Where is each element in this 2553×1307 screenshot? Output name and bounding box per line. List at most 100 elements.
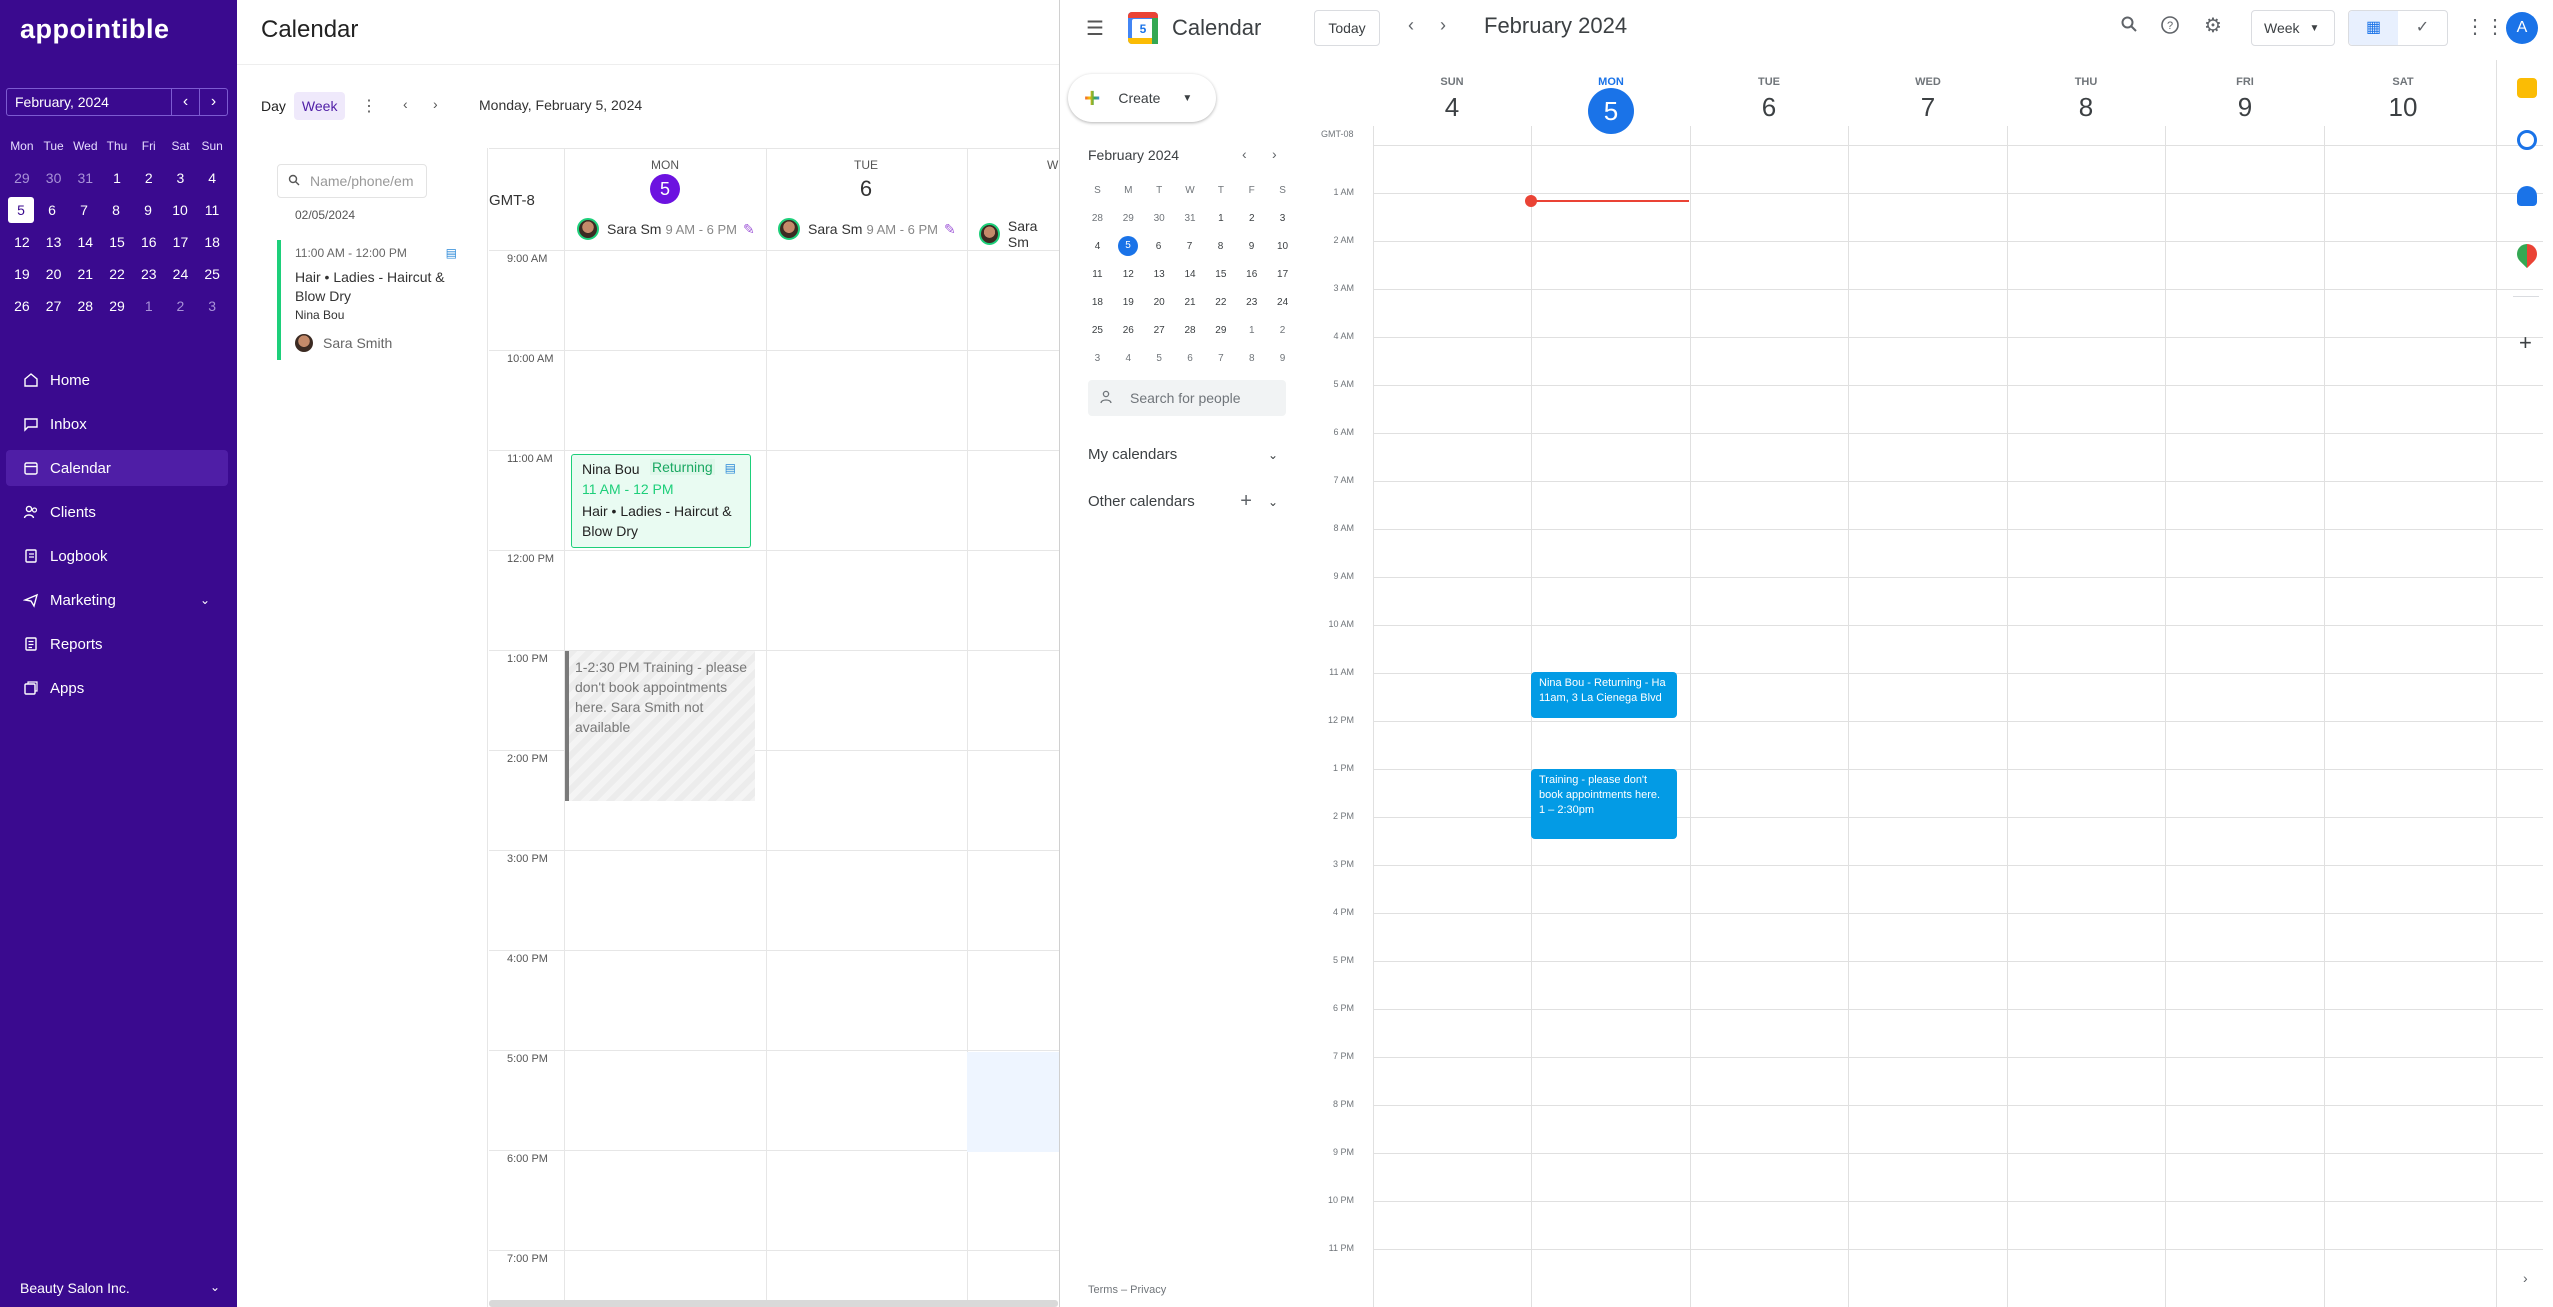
mini-day[interactable]: 2 (165, 298, 197, 314)
chevron-left-icon[interactable]: ‹ (171, 89, 199, 115)
mini-day[interactable]: 15 (101, 234, 133, 250)
mini-day[interactable]: 22 (1205, 297, 1236, 308)
mini-day[interactable]: 6 (1175, 353, 1206, 364)
nav-item-apps[interactable]: Apps (6, 670, 228, 706)
mini-day[interactable]: 4 (1113, 353, 1144, 364)
mini-day[interactable]: 4 (196, 170, 228, 186)
chevron-right-icon[interactable]: › (1440, 15, 1446, 36)
mini-day[interactable]: 13 (38, 234, 70, 250)
agenda-appointment[interactable]: 11:00 AM - 12:00 PM ▤ Hair • Ladies - Ha… (277, 240, 467, 360)
other-calendars-toggle[interactable]: Other calendars + ⌄ (1088, 490, 1288, 513)
staff-column-header[interactable]: Sara Sm 9 AM - 6 PM ✎ (778, 218, 956, 240)
day-header[interactable]: TUE 6 (1690, 76, 1848, 123)
today-button[interactable]: Today (1314, 10, 1380, 46)
chevron-down-icon[interactable]: ⌄ (200, 593, 210, 607)
mini-day[interactable]: 14 (69, 234, 101, 250)
mini-day[interactable]: 9 (132, 202, 164, 218)
chevron-right-icon[interactable]: › (1272, 146, 1277, 162)
mini-day[interactable]: 26 (1113, 325, 1144, 336)
mini-day[interactable]: 17 (1267, 269, 1298, 280)
create-button[interactable]: + Create ▼ (1068, 74, 1216, 122)
mini-day[interactable]: 28 (1175, 325, 1206, 336)
app-logo[interactable]: appointible (20, 14, 170, 45)
mini-day[interactable]: 27 (38, 298, 70, 314)
help-icon[interactable]: ? (2160, 15, 2180, 40)
mini-day[interactable]: 23 (133, 266, 165, 282)
mini-day[interactable]: 26 (6, 298, 38, 314)
edit-icon[interactable]: ✎ (944, 221, 956, 238)
day-header[interactable]: SAT 10 (2324, 76, 2482, 123)
maps-icon[interactable] (2512, 239, 2542, 269)
nav-item-marketing[interactable]: Marketing ⌄ (6, 582, 228, 618)
mini-day[interactable]: 8 (100, 202, 132, 218)
mini-day[interactable]: 30 (38, 170, 70, 186)
nav-item-calendar[interactable]: Calendar (6, 450, 228, 486)
add-calendar-icon[interactable]: + (1240, 490, 1252, 513)
terms-privacy-link[interactable]: Terms – Privacy (1088, 1284, 1166, 1296)
mini-day[interactable]: 28 (1082, 213, 1113, 224)
chevron-left-icon[interactable]: ‹ (1242, 146, 1247, 162)
mini-day[interactable]: 1 (133, 298, 165, 314)
mini-day[interactable]: 7 (1174, 241, 1205, 252)
mini-day[interactable]: 5 (1144, 353, 1175, 364)
mini-day[interactable]: 21 (69, 266, 101, 282)
horizontal-scrollbar[interactable] (489, 1300, 1058, 1307)
mini-day[interactable]: 18 (1082, 297, 1113, 308)
mini-day[interactable]: 8 (1205, 241, 1236, 252)
mini-day[interactable]: 1 (1205, 213, 1236, 224)
mini-day[interactable]: 24 (1267, 297, 1298, 308)
day-header-today[interactable]: MON 5 (1532, 76, 1690, 134)
blocked-time[interactable]: 1-2:30 PM Training - please don't book a… (565, 651, 755, 801)
day-header-tue[interactable]: TUE 6 (766, 158, 966, 202)
mini-day[interactable]: 7 (1205, 353, 1236, 364)
day-header[interactable]: THU 8 (2007, 76, 2165, 123)
view-selector[interactable]: Week ▼ (2251, 10, 2335, 46)
mini-day[interactable]: 12 (6, 234, 38, 250)
mini-day[interactable]: 20 (1144, 297, 1175, 308)
time-slot-hover[interactable] (967, 1052, 1059, 1152)
keep-icon[interactable] (2517, 78, 2537, 98)
mini-day[interactable]: 1 (101, 170, 133, 186)
mini-day[interactable]: 28 (69, 298, 101, 314)
mini-day[interactable]: 18 (196, 234, 228, 250)
appointment-card[interactable]: Nina Bou Returning ▤ 11 AM - 12 PM Hair … (571, 454, 751, 548)
mini-day[interactable]: 6 (1143, 241, 1174, 252)
contacts-icon[interactable] (2517, 186, 2537, 206)
mini-day[interactable]: 19 (6, 266, 38, 282)
view-week-button[interactable]: Week (293, 92, 346, 120)
more-options-icon[interactable]: ⋮ (361, 96, 377, 116)
mini-day[interactable]: 9 (1267, 353, 1298, 364)
mini-day[interactable]: 13 (1144, 269, 1175, 280)
account-avatar[interactable]: A (2506, 12, 2538, 44)
chevron-left-icon[interactable]: ‹ (403, 96, 408, 112)
mini-day[interactable]: 3 (1082, 353, 1113, 364)
mini-day[interactable]: 2 (133, 170, 165, 186)
mini-day[interactable]: 6 (36, 202, 68, 218)
mini-day[interactable]: 31 (69, 170, 101, 186)
mini-day[interactable]: 29 (1205, 325, 1236, 336)
mini-day[interactable]: 19 (1113, 297, 1144, 308)
nav-item-logbook[interactable]: Logbook (6, 538, 228, 574)
mini-calendar-month[interactable]: February, 2024 (7, 94, 171, 110)
calendar-event[interactable]: Nina Bou - Returning - Ha 11am, 3 La Cie… (1531, 672, 1677, 718)
day-header[interactable]: FRI 9 (2166, 76, 2324, 123)
mini-day[interactable]: 2 (1267, 325, 1298, 336)
tasks-icon[interactable] (2517, 130, 2537, 150)
mini-day[interactable]: 3 (1267, 213, 1298, 224)
chevron-left-icon[interactable]: ‹ (1408, 15, 1414, 36)
mini-day-selected[interactable]: 5 (8, 197, 34, 223)
menu-icon[interactable]: ☰ (1086, 16, 1104, 41)
mini-day[interactable]: 1 (1236, 325, 1267, 336)
mini-day[interactable]: 3 (196, 298, 228, 314)
search-icon[interactable] (2120, 15, 2138, 38)
mini-day[interactable]: 17 (165, 234, 197, 250)
day-header[interactable]: SUN 4 (1373, 76, 1531, 123)
mini-day[interactable]: 23 (1236, 297, 1267, 308)
mini-day[interactable]: 25 (196, 266, 228, 282)
mini-day[interactable]: 11 (196, 202, 228, 218)
org-switcher[interactable]: Beauty Salon Inc. ⌄ (20, 1280, 220, 1296)
mini-day[interactable]: 7 (68, 202, 100, 218)
calendar-event[interactable]: Training - please don't book appointment… (1531, 769, 1677, 839)
gear-icon[interactable]: ⚙ (2204, 13, 2222, 38)
nav-item-reports[interactable]: Reports (6, 626, 228, 662)
